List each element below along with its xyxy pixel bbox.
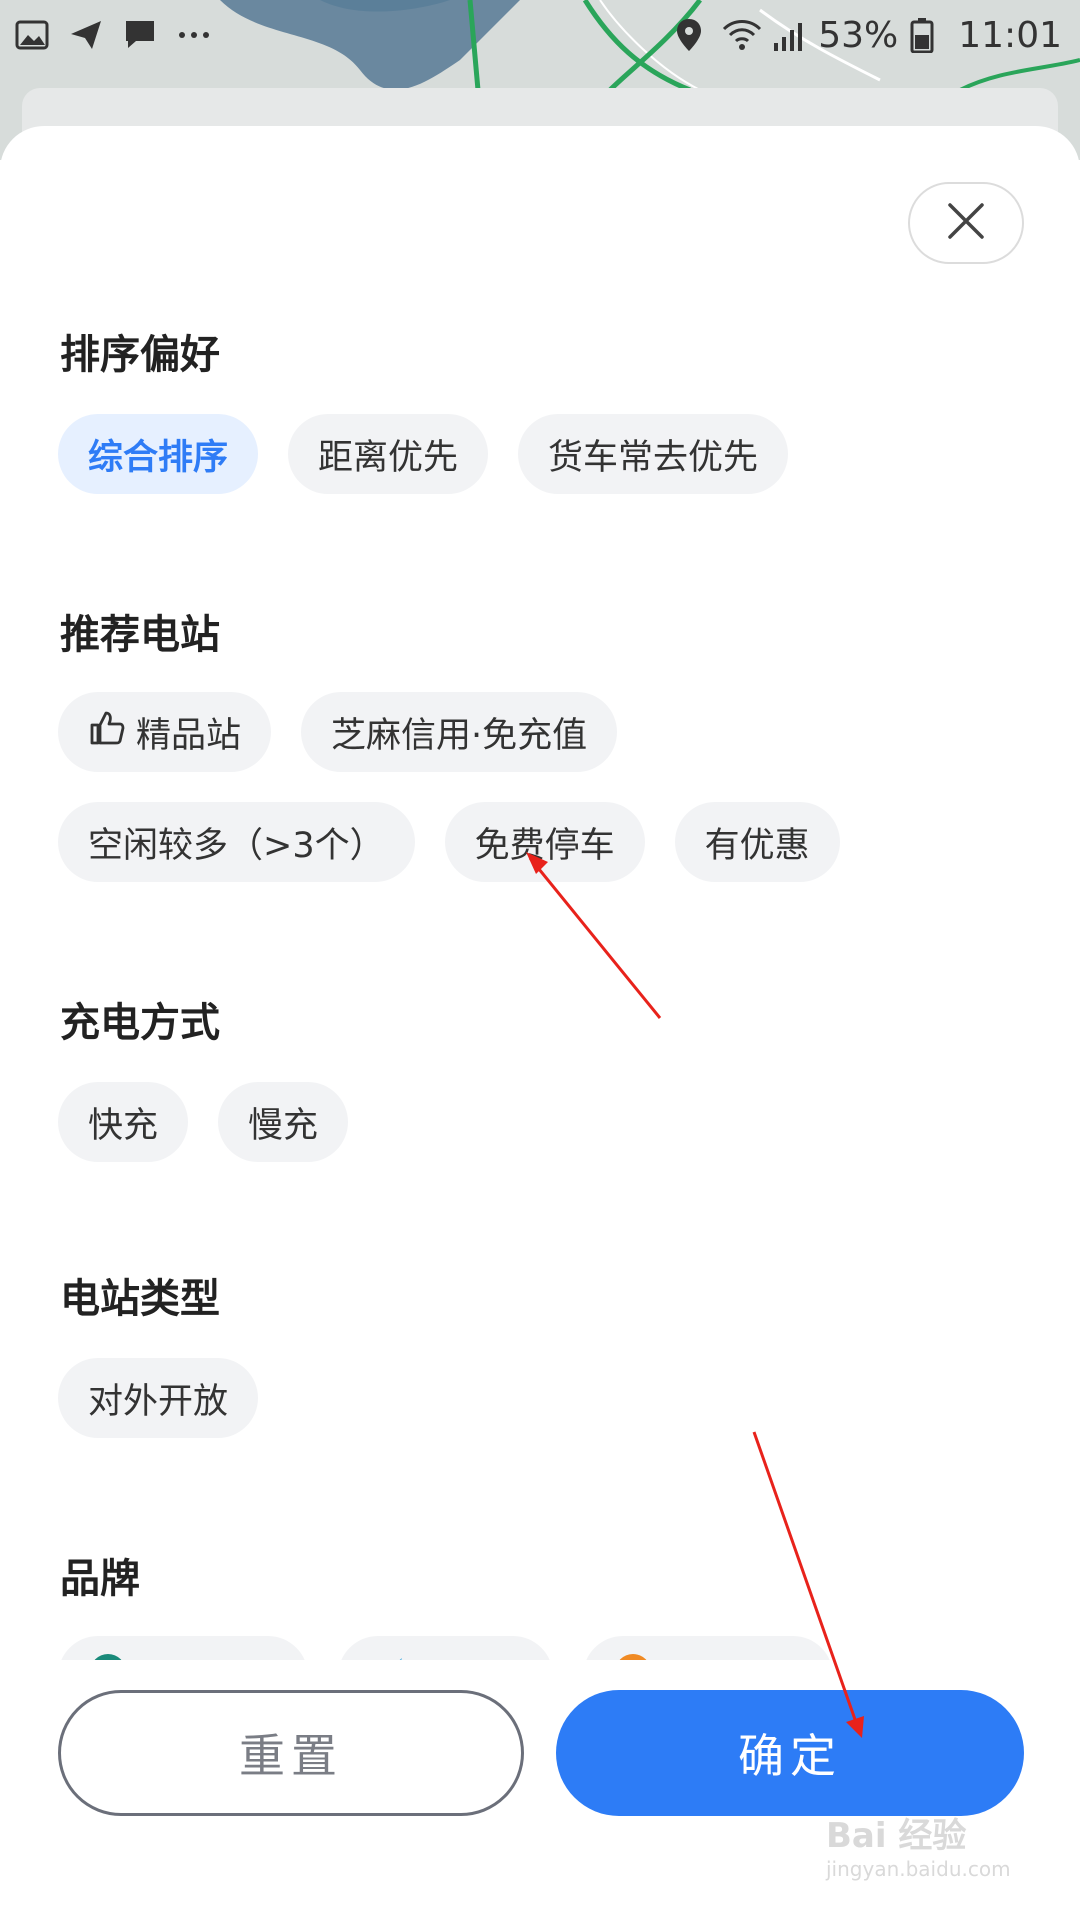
station-type-chip-row: 对外开放 — [58, 1358, 259, 1438]
thumb-up-icon — [88, 709, 126, 756]
section-title-sort: 排序偏好 — [60, 332, 220, 378]
message-icon — [122, 17, 158, 53]
chip-slow-charge[interactable]: 慢充 — [218, 1082, 349, 1162]
reset-button[interactable]: 重置 — [58, 1690, 524, 1816]
charge-mode-chip-row: 快充 慢充 — [58, 1082, 349, 1162]
chip-sort-truck[interactable]: 货车常去优先 — [518, 414, 789, 494]
status-left — [14, 17, 212, 53]
section-title-recommend: 推荐电站 — [60, 612, 220, 658]
close-button[interactable] — [908, 182, 1024, 264]
wifi-icon — [722, 17, 762, 53]
chip-premium-station[interactable]: 精品站 — [58, 692, 272, 772]
clock: 11:01 — [958, 14, 1062, 56]
chip-open-public[interactable]: 对外开放 — [58, 1358, 259, 1438]
signal-3g-icon — [770, 17, 806, 53]
chip-sort-comprehensive[interactable]: 综合排序 — [58, 414, 259, 494]
send-icon — [68, 17, 104, 53]
chip-free-parking[interactable]: 免费停车 — [444, 802, 645, 882]
chip-has-discount[interactable]: 有优惠 — [674, 802, 840, 882]
screen: 53% 11:01 排序偏好 综合排序 距离优先 货车常去优先 推荐电站 精品站… — [0, 0, 1080, 1920]
recommend-chip-row-2: 空闲较多（>3个） 免费停车 有优惠 — [58, 802, 840, 882]
filter-sheet: 排序偏好 综合排序 距离优先 货车常去优先 推荐电站 精品站 芝麻信用·免充值 … — [0, 126, 1080, 1920]
chip-zhima-credit[interactable]: 芝麻信用·免充值 — [301, 692, 618, 772]
bottom-action-bar: 重置 确定 — [0, 1660, 1080, 1920]
battery-percent: 53% — [818, 14, 899, 56]
baidu-jingyan-watermark: Bai 经验 jingyan.baidu.com — [826, 1816, 1011, 1881]
more-icon — [176, 17, 212, 53]
gallery-icon — [14, 17, 50, 53]
section-title-brand: 品牌 — [60, 1556, 140, 1602]
sort-chip-row: 综合排序 距离优先 货车常去优先 — [58, 414, 789, 494]
confirm-button[interactable]: 确定 — [556, 1690, 1024, 1816]
chip-sort-distance[interactable]: 距离优先 — [288, 414, 489, 494]
location-icon — [674, 17, 710, 53]
close-icon — [944, 199, 988, 247]
section-title-station-type: 电站类型 — [60, 1276, 220, 1322]
chip-many-idle[interactable]: 空闲较多（>3个） — [58, 802, 415, 882]
chip-premium-station-label: 精品站 — [136, 715, 242, 756]
recommend-chip-row-1: 精品站 芝麻信用·免充值 — [58, 692, 618, 772]
status-right: 53% 11:01 — [674, 15, 1062, 56]
section-title-charge-mode: 充电方式 — [60, 1000, 220, 1046]
status-bar: 53% 11:01 — [0, 0, 1080, 70]
chip-fast-charge[interactable]: 快充 — [58, 1082, 189, 1162]
battery-icon — [910, 17, 946, 54]
